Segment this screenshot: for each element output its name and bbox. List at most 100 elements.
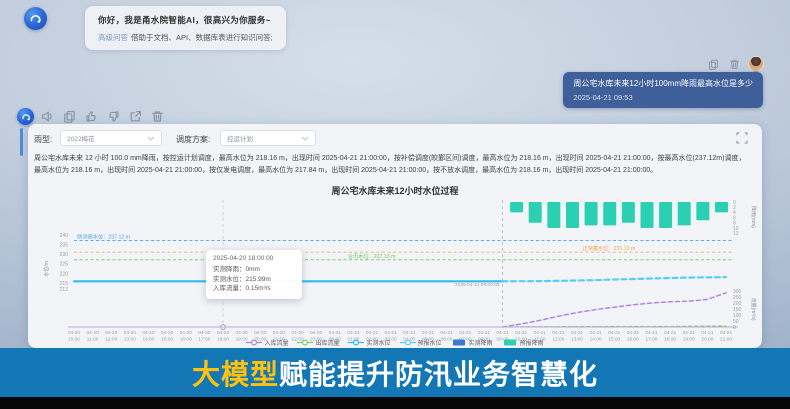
- svg-text:235: 235: [60, 242, 69, 248]
- legend-item-预报降雨[interactable]: 预报降雨: [502, 338, 544, 347]
- ai-avatar: [24, 7, 47, 30]
- legend-marker-icon: [348, 339, 364, 346]
- svg-text:04-21: 04-21: [385, 330, 398, 336]
- answer-toolbar: [40, 109, 165, 124]
- rain-bar: [547, 202, 560, 228]
- chart-legend: 入库流量出库流量实测水位 预报水位实测降雨预报降雨: [28, 338, 762, 347]
- user-avatar: [748, 56, 764, 72]
- svg-text:04-21: 04-21: [701, 330, 714, 336]
- svg-text:04-21: 04-21: [534, 330, 547, 336]
- ai-greeting-title: 你好，我是甬水院智能AI，很高兴为你服务~: [98, 14, 273, 26]
- svg-text:04-20: 04-20: [105, 330, 118, 336]
- rain-bar: [678, 202, 691, 225]
- svg-text:04-21: 04-21: [459, 330, 472, 336]
- svg-text:04-20: 04-20: [124, 330, 137, 336]
- plan-label: 调度方案:: [176, 134, 210, 145]
- svg-text:04-20: 04-20: [291, 330, 304, 336]
- delete-icon[interactable]: [150, 109, 165, 124]
- dispatch-plan-value: 控运计划: [227, 133, 253, 143]
- svg-text:04-20: 04-20: [217, 330, 230, 336]
- svg-text:04-20: 04-20: [68, 330, 81, 336]
- svg-text:04-20: 04-20: [236, 330, 249, 336]
- legend-item-实测降雨[interactable]: 实测降雨: [451, 338, 493, 347]
- svg-text:04-20: 04-20: [161, 330, 174, 336]
- legend-marker-icon: [297, 339, 313, 346]
- thumbs-up-icon[interactable]: [84, 109, 99, 124]
- svg-text:04-21: 04-21: [720, 330, 733, 336]
- tooltip-rows: 实测降雨：0mm实测水位：215.99m入库流量：0.15m³/s: [213, 265, 295, 294]
- rain-bar: [510, 202, 523, 212]
- svg-text:230: 230: [60, 252, 69, 258]
- chart-series: [74, 277, 726, 327]
- svg-text:12: 12: [733, 231, 739, 237]
- simulation-result-panel: 雨型: 2022梅花 调度方案: 控运计划 周公宅水库未来 12 小时 100.…: [28, 124, 762, 348]
- legend-marker-icon: [502, 339, 518, 346]
- svg-text:212: 212: [60, 287, 69, 293]
- legend-item-实测水位[interactable]: 实测水位: [348, 338, 390, 347]
- rain-bar: [659, 202, 672, 228]
- reference-line-label: 防洪高水位：237.12 m: [77, 233, 130, 241]
- ai-logo-icon: [29, 12, 42, 25]
- svg-text:04-21: 04-21: [664, 330, 677, 336]
- level-axis-label: 水位/m: [43, 261, 50, 277]
- water-level-chart[interactable]: 2025-04-21 09:00:00防洪高水位：237.12 m正常蓄水位：2…: [36, 196, 760, 346]
- svg-text:04-20: 04-20: [180, 330, 193, 336]
- legend-item-出库流量[interactable]: 出库流量: [297, 338, 339, 347]
- accent-bar: [20, 128, 23, 156]
- svg-text:04-21: 04-21: [422, 330, 435, 336]
- svg-text:04-20: 04-20: [310, 330, 323, 336]
- rain-bar: [715, 202, 728, 212]
- legend-item-预报水位[interactable]: 预报水位: [400, 338, 442, 347]
- delete-icon[interactable]: [727, 57, 742, 72]
- dispatch-plan-select[interactable]: 控运计划: [220, 130, 316, 146]
- svg-text:04-20: 04-20: [198, 330, 211, 336]
- series-入库流量: [503, 293, 727, 327]
- banner-rest: 赋能提升防汛业务智慧化: [279, 353, 598, 393]
- chart-tooltip: 2025-04-20 18:00:00 实测降雨：0mm实测水位：215.99m…: [206, 250, 302, 299]
- rain-type-select[interactable]: 2022梅花: [60, 130, 162, 146]
- svg-text:04-21: 04-21: [478, 330, 491, 336]
- ai-logo-icon: [21, 112, 31, 122]
- svg-text:220: 220: [60, 271, 69, 277]
- svg-text:04-20: 04-20: [273, 330, 286, 336]
- copy-icon[interactable]: [706, 57, 721, 72]
- svg-text:04-21: 04-21: [552, 330, 565, 336]
- rain-bar: [640, 202, 653, 228]
- copy-icon[interactable]: [62, 109, 77, 124]
- user-message-time: 2025-04-21 09:53: [573, 93, 753, 102]
- svg-text:04-21: 04-21: [515, 330, 528, 336]
- svg-text:04-21: 04-21: [589, 330, 602, 336]
- bottom-banner: 大模型赋能提升防汛业务智慧化: [0, 348, 790, 397]
- svg-text:225: 225: [60, 262, 69, 268]
- chevron-down-icon: [301, 136, 309, 141]
- svg-text:04-20: 04-20: [254, 330, 267, 336]
- legend-item-入库流量[interactable]: 入库流量: [246, 338, 288, 347]
- svg-text:04-21: 04-21: [608, 330, 621, 336]
- user-message-text: 周公宅水库未来12小时100mm降雨最高水位是多少: [573, 78, 753, 89]
- svg-text:04-21: 04-21: [496, 330, 509, 336]
- svg-text:04-21: 04-21: [366, 330, 379, 336]
- rain-type-value: 2022梅花: [67, 133, 94, 143]
- svg-text:04-21: 04-21: [571, 330, 584, 336]
- svg-text:04-21: 04-21: [627, 330, 640, 336]
- rain-axis-label: 降雨(mm): [750, 206, 757, 228]
- forecast-summary: 周公宅水库未来 12 小时 100.0 mm降雨，按控运计划调度，最高水位为 2…: [34, 153, 752, 176]
- ai-greeting-bubble: 你好，我是甬水院智能AI，很高兴为你服务~ 高级问答借助于文档、API、数据库表…: [85, 6, 286, 50]
- fullscreen-icon[interactable]: [736, 131, 748, 143]
- svg-text:04-21: 04-21: [440, 330, 453, 336]
- rain-bar: [585, 202, 598, 225]
- flow-axis-label: 流量(m³/s): [750, 297, 757, 320]
- user-message-tools: [706, 56, 764, 72]
- rain-type-label: 雨型:: [34, 134, 52, 145]
- export-icon[interactable]: [128, 109, 143, 124]
- svg-text:04-21: 04-21: [347, 330, 360, 336]
- advanced-qa-tag: 高级问答: [98, 33, 128, 42]
- series-预报水位: [503, 277, 727, 281]
- svg-text:04-21: 04-21: [683, 330, 696, 336]
- current-time-label: 2025-04-21 09:00:00: [455, 282, 500, 288]
- chevron-down-icon: [147, 136, 155, 141]
- thumbs-down-icon[interactable]: [106, 109, 121, 124]
- read-aloud-icon[interactable]: [40, 109, 55, 124]
- reference-line-label: 台汛水位：227.13 m: [348, 252, 396, 260]
- tooltip-title: 2025-04-20 18:00:00: [213, 255, 295, 262]
